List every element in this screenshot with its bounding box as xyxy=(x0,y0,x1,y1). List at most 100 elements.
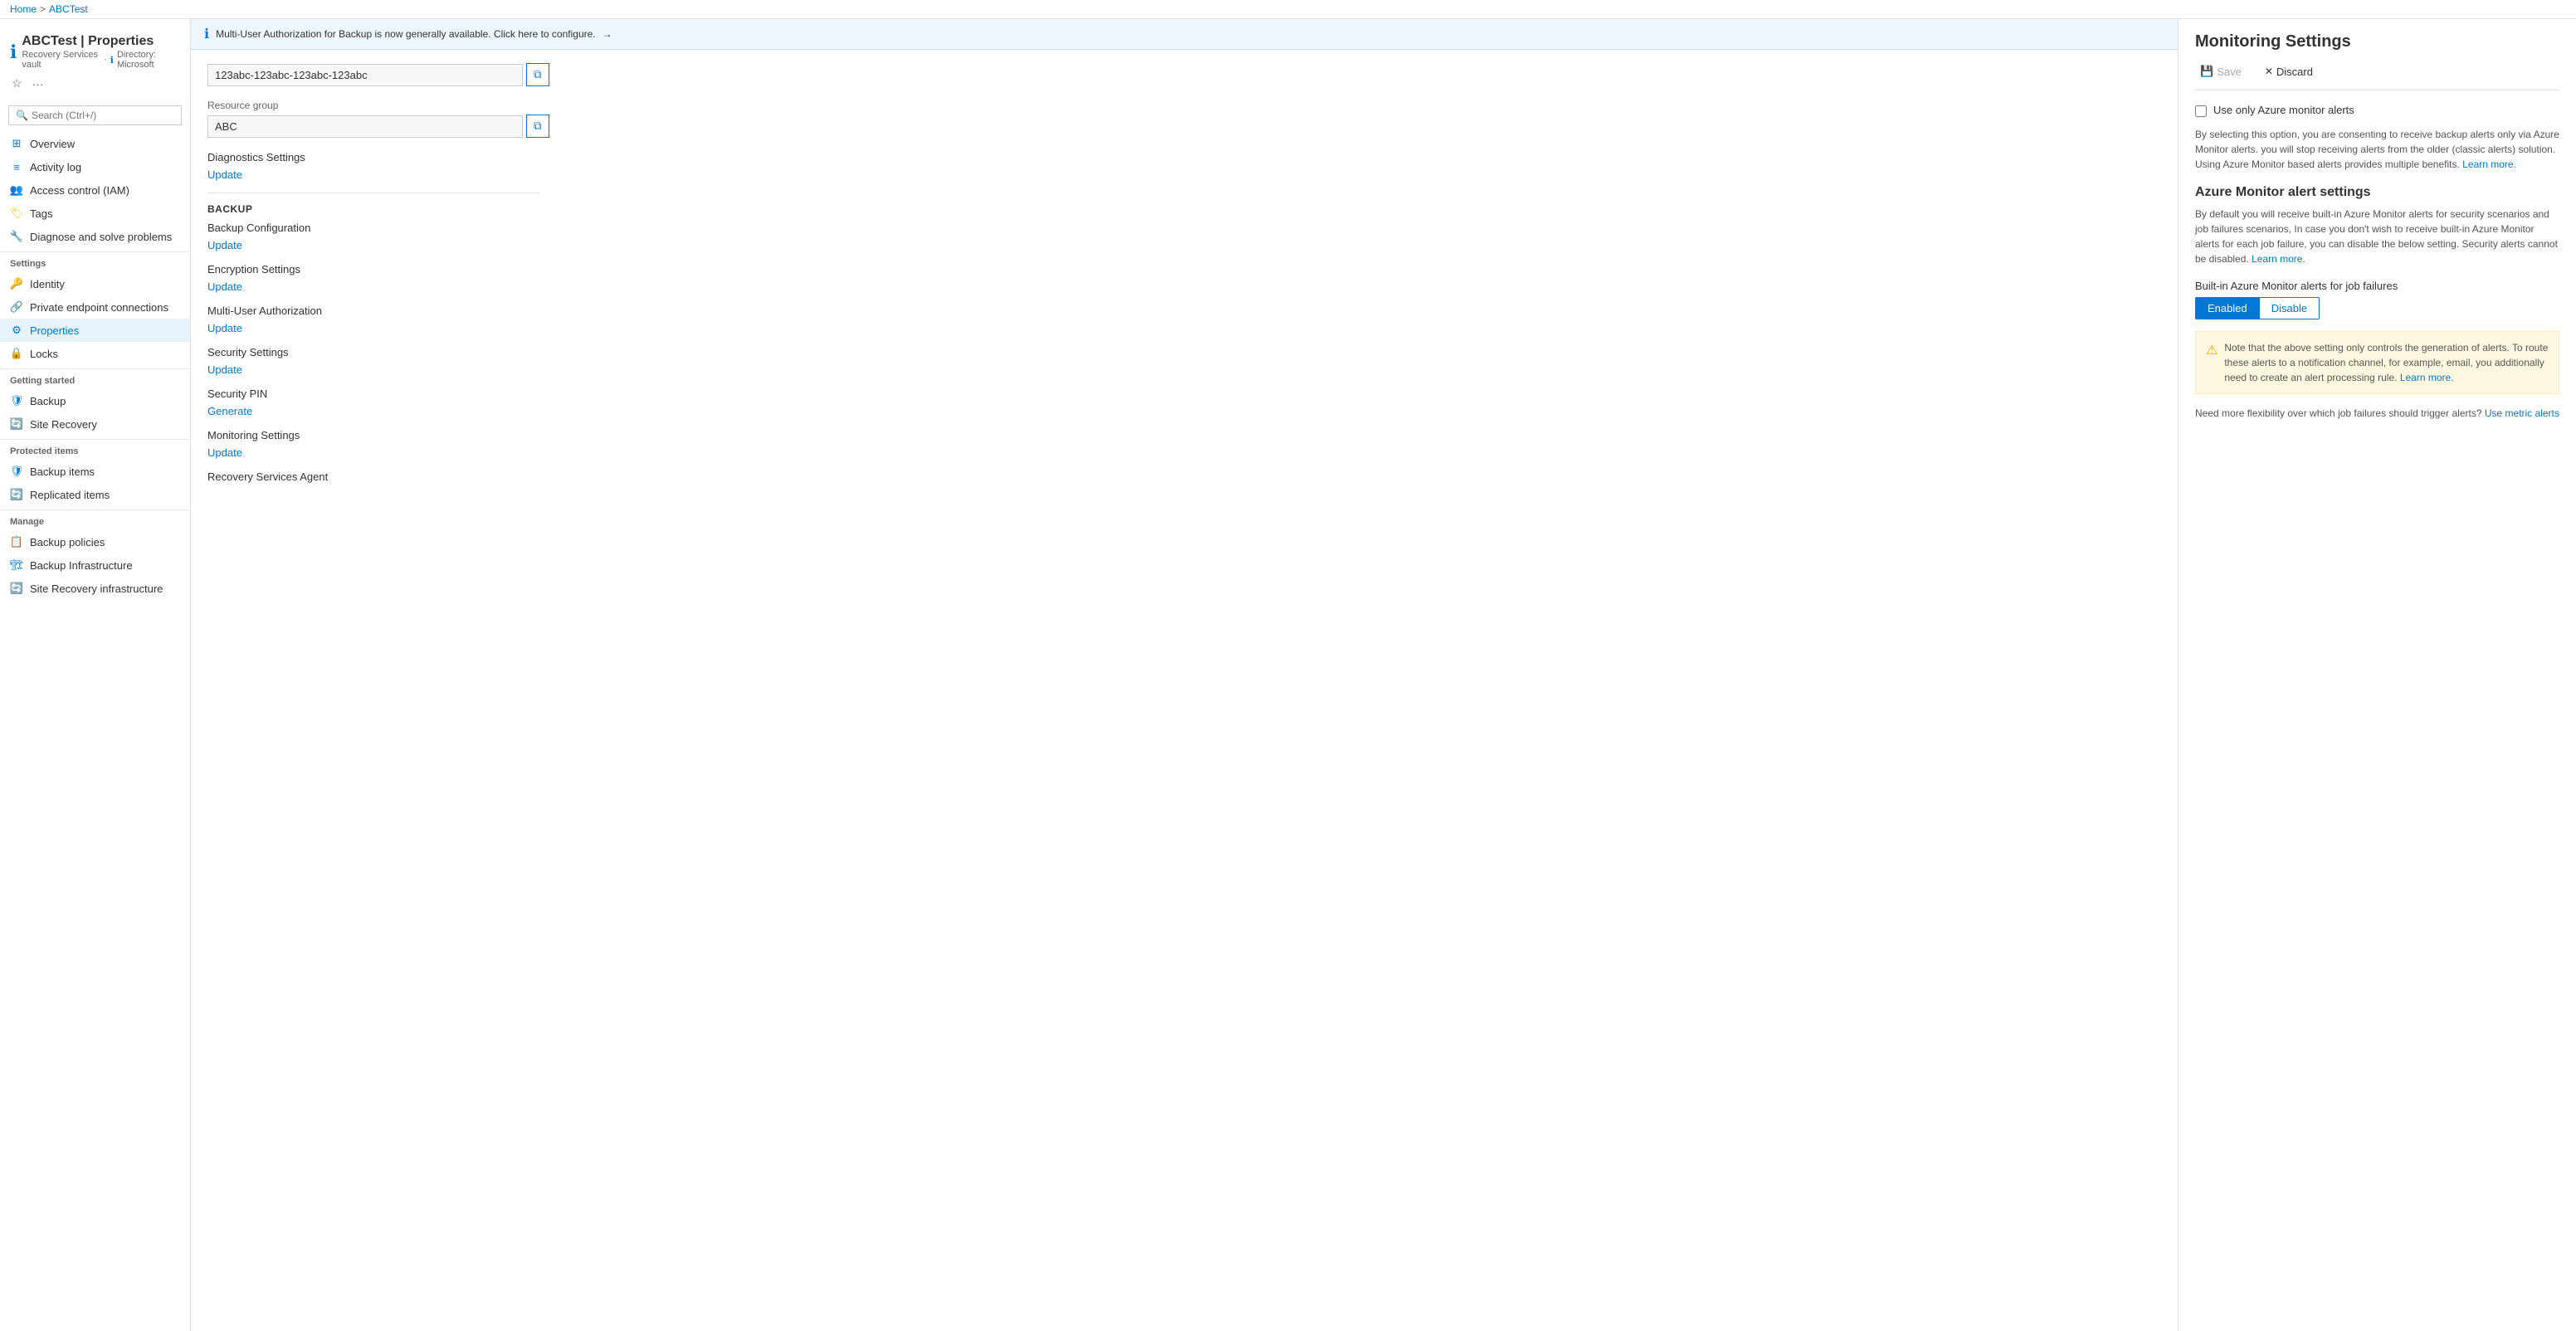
content-area: ℹ Multi-User Authorization for Backup is… xyxy=(191,19,2576,1331)
warning-icon: ⚠ xyxy=(2206,341,2217,385)
sidebar-label-tags: Tags xyxy=(30,207,52,220)
backup-section-title: BACKUP xyxy=(207,203,2161,215)
overview-icon: ⊞ xyxy=(10,137,23,150)
notification-icon: ℹ xyxy=(204,26,209,42)
sidebar-label-locks: Locks xyxy=(30,348,58,360)
monitoring-settings-row: Monitoring Settings Update xyxy=(207,429,2161,459)
agent-row: Recovery Services Agent xyxy=(207,470,2161,483)
security-pin-link[interactable]: Generate xyxy=(207,405,252,417)
monitoring-link[interactable]: Update xyxy=(207,446,242,459)
security-settings-link[interactable]: Update xyxy=(207,363,242,376)
resource-group-copy-button[interactable]: ⧉ xyxy=(526,115,549,138)
properties-content: ⧉ Resource group ⧉ Diagno xyxy=(191,50,2178,508)
resource-group-input[interactable] xyxy=(207,115,523,138)
diagnostics-update-link[interactable]: Update xyxy=(207,168,242,181)
backup-config-label: Backup Configuration xyxy=(207,222,2161,234)
sidebar-item-locks[interactable]: 🔒 Locks xyxy=(0,342,190,365)
sidebar-label-properties: Properties xyxy=(30,324,79,337)
sidebar-item-private-endpoints[interactable]: 🔗 Private endpoint connections xyxy=(0,295,190,319)
toggle-enabled-button[interactable]: Enabled xyxy=(2195,297,2260,319)
sidebar-item-site-recovery-infra[interactable]: 🔄 Site Recovery infrastructure xyxy=(0,577,190,600)
sidebar-subtitle: Recovery Services vault xyxy=(22,50,100,70)
sidebar-label-site-recovery: Site Recovery xyxy=(30,418,97,431)
breadcrumb: Home > ABCTest xyxy=(0,0,2576,19)
sidebar-item-backup-items[interactable]: 🛡 Backup items xyxy=(0,460,190,483)
section-settings: Settings xyxy=(0,251,190,272)
properties-icon: ⚙ xyxy=(10,324,23,337)
search-container: 🔍 xyxy=(8,105,182,125)
sidebar-label-diagnose: Diagnose and solve problems xyxy=(30,231,172,243)
sidebar-label-site-recovery-infra: Site Recovery infrastructure xyxy=(30,583,163,595)
sidebar-item-access-control[interactable]: 👥 Access control (IAM) xyxy=(0,178,190,202)
sidebar-item-backup[interactable]: 🛡 Backup xyxy=(0,389,190,412)
resource-group-field: Resource group ⧉ xyxy=(207,100,2161,138)
multi-user-row: Multi-User Authorization Update xyxy=(207,305,2161,334)
locks-icon: 🔒 xyxy=(10,347,23,360)
breadcrumb-home[interactable]: Home xyxy=(10,3,37,15)
subscription-id-copy-button[interactable]: ⧉ xyxy=(526,63,549,86)
main-content: ℹ Multi-User Authorization for Backup is… xyxy=(191,19,2178,1331)
monitoring-label: Monitoring Settings xyxy=(207,429,2161,441)
sidebar-label-backup-infrastructure: Backup Infrastructure xyxy=(30,559,133,572)
notification-bar[interactable]: ℹ Multi-User Authorization for Backup is… xyxy=(191,19,2178,50)
sidebar-label-private-endpoints: Private endpoint connections xyxy=(30,301,168,314)
subscription-id-input[interactable] xyxy=(207,64,523,86)
sidebar-item-backup-infrastructure[interactable]: 🏗 Backup Infrastructure xyxy=(0,553,190,577)
toggle-disable-button[interactable]: Disable xyxy=(2260,297,2320,319)
backup-config-row: Backup Configuration Update xyxy=(207,222,2161,251)
sidebar-item-tags[interactable]: 🏷 Tags xyxy=(0,202,190,225)
favorite-button[interactable]: ☆ xyxy=(10,75,24,92)
learn-more-link-1[interactable]: Learn more. xyxy=(2462,158,2516,170)
resource-group-label: Resource group xyxy=(207,100,2161,111)
description-text-2: By default you will receive built-in Azu… xyxy=(2195,207,2559,266)
activity-log-icon: ≡ xyxy=(10,160,23,173)
learn-more-link-2[interactable]: Learn more. xyxy=(2252,253,2305,265)
azure-monitor-title: Azure Monitor alert settings xyxy=(2195,185,2559,200)
encryption-link[interactable]: Update xyxy=(207,280,242,293)
sidebar-item-identity[interactable]: 🔑 Identity xyxy=(0,272,190,295)
more-button[interactable]: ··· xyxy=(31,76,46,92)
diagnostics-settings-row: Diagnostics Settings Update xyxy=(207,151,2161,181)
site-recovery-infra-icon: 🔄 xyxy=(10,582,23,595)
sidebar-item-site-recovery[interactable]: 🔄 Site Recovery xyxy=(0,412,190,436)
backup-config-link[interactable]: Update xyxy=(207,239,242,251)
discard-button[interactable]: ✕ Discard xyxy=(2260,62,2318,81)
security-settings-label: Security Settings xyxy=(207,346,2161,358)
copy-icon-2: ⧉ xyxy=(534,119,542,133)
sidebar-item-activity-log[interactable]: ≡ Activity log xyxy=(0,155,190,178)
info-small-icon: ℹ xyxy=(110,55,114,66)
section-protected-items: Protected items xyxy=(0,439,190,460)
diagnostics-label: Diagnostics Settings xyxy=(207,151,2161,163)
sidebar-item-properties[interactable]: ⚙ Properties xyxy=(0,319,190,342)
replicated-items-icon: 🔄 xyxy=(10,488,23,501)
save-button[interactable]: 💾 Save xyxy=(2195,61,2247,81)
sidebar-item-replicated-items[interactable]: 🔄 Replicated items xyxy=(0,483,190,506)
security-settings-row: Security Settings Update xyxy=(207,346,2161,376)
backup-infrastructure-icon: 🏗 xyxy=(10,558,23,572)
section-getting-started: Getting started xyxy=(0,368,190,389)
breadcrumb-current[interactable]: ABCTest xyxy=(49,3,88,15)
learn-more-link-3[interactable]: Learn more. xyxy=(2400,372,2454,383)
multi-user-link[interactable]: Update xyxy=(207,322,242,334)
encryption-label: Encryption Settings xyxy=(207,263,2161,275)
vault-icon: ℹ xyxy=(10,41,17,63)
backup-items-icon: 🛡 xyxy=(10,465,23,478)
identity-icon: 🔑 xyxy=(10,277,23,290)
use-azure-monitor-checkbox[interactable] xyxy=(2195,105,2207,117)
agent-label: Recovery Services Agent xyxy=(207,470,2161,483)
description-text-1: By selecting this option, you are consen… xyxy=(2195,127,2559,172)
discard-label: Discard xyxy=(2276,66,2313,78)
copy-icon: ⧉ xyxy=(534,68,542,81)
panel-toolbar: 💾 Save ✕ Discard xyxy=(2195,61,2559,90)
sidebar-item-diagnose[interactable]: 🔧 Diagnose and solve problems xyxy=(0,225,190,248)
sidebar-label-overview: Overview xyxy=(30,138,75,150)
sidebar-item-overview[interactable]: ⊞ Overview xyxy=(0,132,190,155)
sidebar-item-backup-policies[interactable]: 📋 Backup policies xyxy=(0,530,190,553)
search-input[interactable] xyxy=(32,110,174,121)
metric-alerts-link[interactable]: Use metric alerts xyxy=(2485,407,2559,419)
save-label: Save xyxy=(2217,66,2242,78)
private-endpoints-icon: 🔗 xyxy=(10,300,23,314)
backup-icon: 🛡 xyxy=(10,394,23,407)
sidebar-label-activity-log: Activity log xyxy=(30,161,81,173)
diagnose-icon: 🔧 xyxy=(10,230,23,243)
